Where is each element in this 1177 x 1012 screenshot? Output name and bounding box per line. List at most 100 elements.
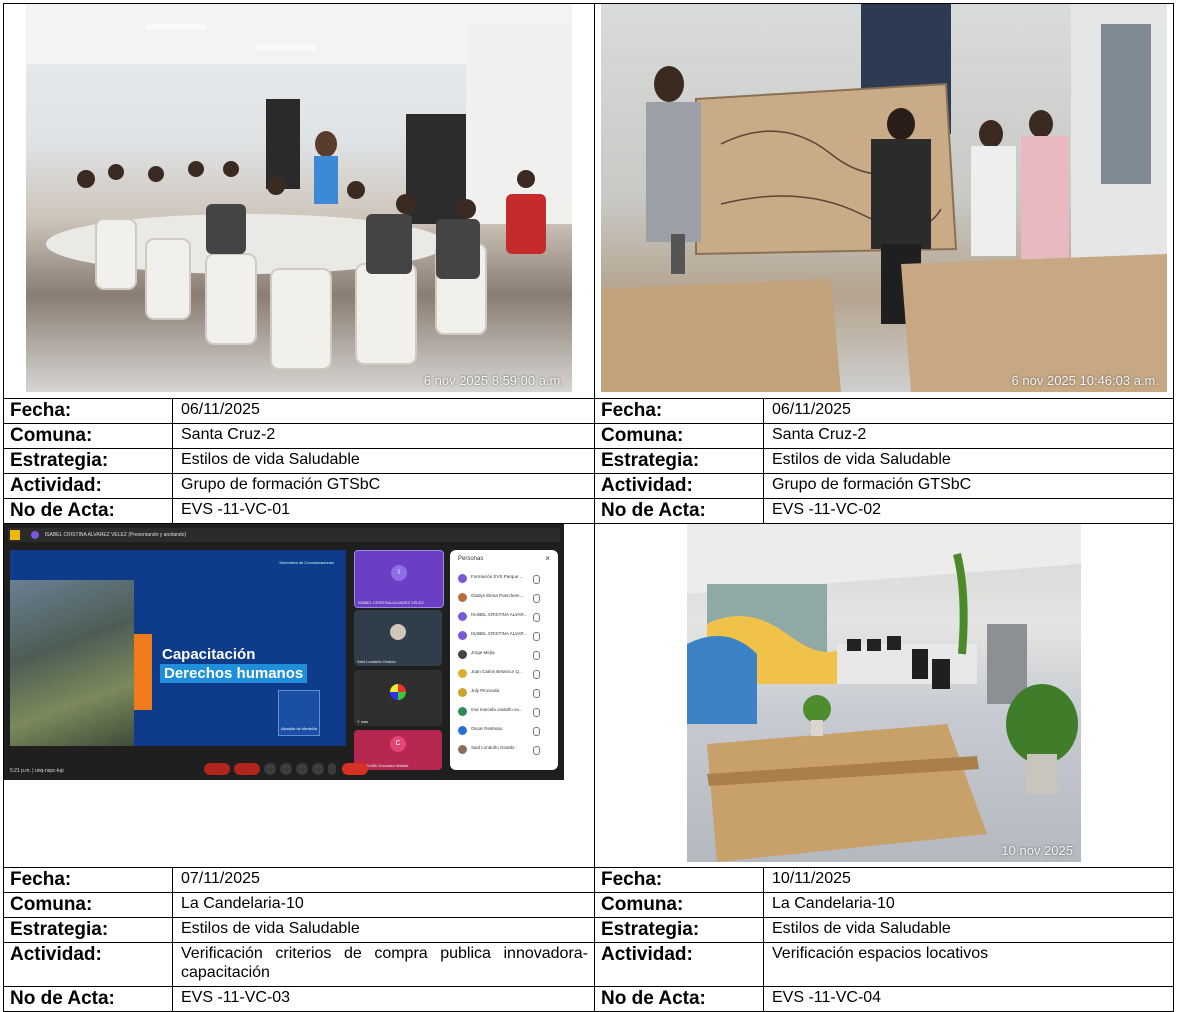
participant-avatar (458, 650, 467, 659)
label-actividad: Actividad: (594, 473, 764, 499)
participant-avatar (458, 688, 467, 697)
value-comuna-2: Santa Cruz-2 (763, 423, 1174, 449)
participant-tile-2[interactable]: Said Londoño Giraldo (354, 610, 442, 666)
emoji-button[interactable] (280, 763, 292, 775)
label-comuna: Comuna: (3, 423, 173, 449)
camera-button[interactable] (234, 763, 260, 775)
participant-name: Said Londoño Giraldo (357, 659, 396, 664)
label-fecha: Fecha: (594, 398, 764, 424)
value-fecha-2: 06/11/2025 (763, 398, 1174, 424)
meeting-clock: 5:21 p.m. (10, 768, 31, 774)
slide-title-2: Derechos humanos (160, 664, 308, 683)
participant-tile-1[interactable]: I ISABEL CRISTINA ALVAREZ VELEZ (354, 550, 444, 608)
label-acta: No de Acta: (594, 498, 764, 524)
participant-avatar (458, 726, 467, 735)
label-acta: No de Acta: (594, 986, 764, 1012)
participant-tile-4[interactable]: C Cruz Erdith Gonzalez Madrid (354, 730, 442, 770)
report-table: 6 nov 2025 8:59:00 a.m. 6 nov 2025 10:46… (3, 3, 1174, 1012)
presenter-avatar (31, 531, 40, 539)
people-panel-title: Personas (458, 556, 484, 562)
value-acta-3: EVS -11-VC-03 (172, 986, 595, 1012)
meeting-footer: 5:21 p.m. | unq-nspc-kqi (10, 768, 64, 774)
slide-secretaria: Secretaría de Comunicaciones (279, 560, 334, 565)
people-panel: Personas × Formación EVS Parque ... Glady… (450, 550, 558, 770)
photo-cell-2: 6 nov 2025 10:46:03 a.m. (594, 3, 1174, 399)
photo-office-space: 10 nov 2025 (687, 524, 1081, 862)
label-estrategia: Estrategia: (594, 448, 764, 474)
participant-name: ISABEL CRISTINA ALVAREZ VELEZ (358, 600, 424, 605)
photo-report: 6 nov 2025 8:59:00 a.m. 6 nov 2025 10:46… (3, 3, 1174, 1012)
value-actividad-2: Grupo de formación GTSbC (763, 473, 1174, 499)
participant-row[interactable]: Ima marcela castaño va... (458, 705, 552, 719)
photo-meeting-room: 6 nov 2025 8:59:00 a.m. (26, 4, 572, 392)
mic-off-icon (533, 575, 540, 584)
participant-avatar (390, 684, 406, 700)
participant-row[interactable]: Formación EVS Parque ... (458, 572, 552, 586)
participant-row[interactable]: ISABEL CRISTINA ALVAR... (458, 610, 552, 624)
photo-office-space-scene (687, 524, 1081, 862)
participant-avatar (458, 574, 467, 583)
participant-name: Juan Carlos Betancur Q... (471, 669, 523, 674)
photo-virtual-meeting: ISABEL CRISTINA ALVAREZ VELEZ (Presentan… (4, 524, 564, 780)
value-fecha-4: 10/11/2025 (763, 867, 1174, 893)
slide-title-1: Capacitación (162, 646, 256, 663)
participant-row[interactable]: July Pinzonda (458, 686, 552, 700)
present-button[interactable] (296, 763, 308, 775)
participant-row[interactable]: Oscar Restrepo (458, 724, 552, 738)
participant-row[interactable]: Jorge Mejía (458, 648, 552, 662)
label-actividad: Actividad: (3, 473, 173, 499)
value-estrategia-1: Estilos de vida Saludable (172, 448, 595, 474)
participant-row[interactable]: Said Londoño Giraldo (458, 743, 552, 757)
label-estrategia: Estrategia: (594, 917, 764, 943)
label-acta: No de Acta: (3, 986, 173, 1012)
label-comuna: Comuna: (594, 423, 764, 449)
participant-avatar (458, 745, 467, 754)
mic-off-icon (533, 746, 540, 755)
label-estrategia: Estrategia: (3, 448, 173, 474)
meeting-presenter-bar: ISABEL CRISTINA ALVAREZ VELEZ (Presentan… (8, 528, 560, 542)
value-acta-1: EVS -11-VC-01 (172, 498, 595, 524)
mic-off-icon (533, 632, 540, 641)
label-estrategia: Estrategia: (3, 917, 173, 943)
value-estrategia-3: Estilos de vida Saludable (172, 917, 595, 943)
label-actividad: Actividad: (3, 942, 173, 987)
participant-row[interactable]: Gladys Elena Puerchem... (458, 591, 552, 605)
end-call-button[interactable] (342, 763, 368, 775)
participant-avatar: I (391, 565, 407, 581)
participant-name: July Pinzonda (471, 688, 500, 693)
slide-orange-bar (134, 634, 152, 710)
more-options-button[interactable] (328, 763, 336, 775)
raise-hand-button[interactable] (312, 763, 324, 775)
photo-poster-presentation-scene (601, 4, 1167, 392)
label-fecha: Fecha: (594, 867, 764, 893)
label-fecha: Fecha: (3, 398, 173, 424)
participant-avatar (458, 612, 467, 621)
photo-timestamp: 6 nov 2025 10:46:03 a.m. (1011, 373, 1159, 388)
participant-avatar (458, 631, 467, 640)
mic-off-icon (533, 594, 540, 603)
value-estrategia-2: Estilos de vida Saludable (763, 448, 1174, 474)
mic-off-icon (533, 613, 540, 622)
close-icon[interactable]: × (545, 554, 550, 563)
captions-button[interactable] (264, 763, 276, 775)
mic-button[interactable] (204, 763, 230, 775)
photo-timestamp: 10 nov 2025 (1001, 843, 1073, 858)
mic-off-icon (533, 670, 540, 679)
participant-avatar (390, 624, 406, 640)
participant-name: ISABEL CRISTINA ALVAR... (471, 612, 528, 617)
participant-row[interactable]: ISABEL CRISTINA ALVAR... (458, 629, 552, 643)
participant-name: Formación EVS Parque ... (471, 574, 524, 579)
participant-row[interactable]: Juan Carlos Betancur Q... (458, 667, 552, 681)
participant-tile-3[interactable]: Y más (354, 670, 442, 726)
value-comuna-1: Santa Cruz-2 (172, 423, 595, 449)
slide-city-image (10, 580, 134, 746)
label-actividad: Actividad: (594, 942, 764, 987)
mic-off-icon (533, 708, 540, 717)
photo-poster-presentation: 6 nov 2025 10:46:03 a.m. (601, 4, 1167, 392)
participant-avatar (458, 669, 467, 678)
photo-cell-1: 6 nov 2025 8:59:00 a.m. (3, 3, 595, 399)
value-estrategia-4: Estilos de vida Saludable (763, 917, 1174, 943)
mic-off-icon (533, 651, 540, 660)
value-comuna-4: La Candelaria-10 (763, 892, 1174, 918)
value-actividad-1: Grupo de formación GTSbC (172, 473, 595, 499)
